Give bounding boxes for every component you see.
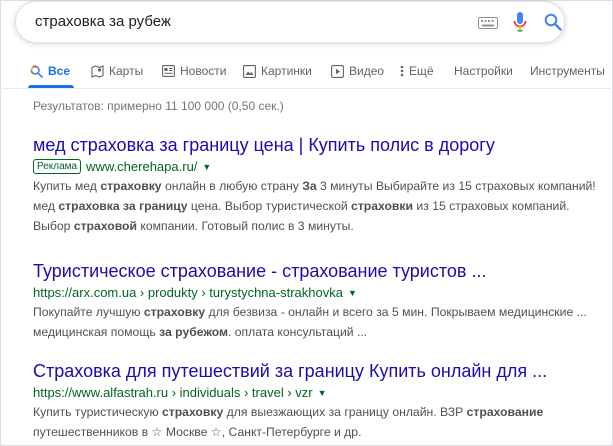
tab-label: Ещё — [409, 64, 434, 78]
search-icon[interactable] — [544, 13, 562, 36]
result-snippet: Купить туристическую страховку для выезж… — [33, 405, 544, 439]
result-title-link[interactable]: мед страховка за границу цена | Купить п… — [33, 134, 603, 156]
result-url: https://arx.com.ua › produkty › turystyc… — [33, 285, 603, 300]
video-icon — [331, 64, 344, 78]
tab-tools[interactable]: Инструменты — [530, 64, 605, 78]
snippet-highlight: страховку — [100, 179, 162, 193]
tab-label: Новости — [180, 64, 227, 78]
result-url-text[interactable]: https://arx.com.ua › produkty › turystyc… — [33, 285, 343, 300]
snippet-highlight: страховку — [161, 405, 224, 419]
result-title-link[interactable]: Страховка для путешествий за границу Куп… — [33, 360, 603, 382]
tab-label: Картинки — [261, 64, 312, 78]
tab-label: Настройки — [454, 64, 513, 78]
result-title-link[interactable]: Туристическое страхование - страхование … — [33, 260, 603, 282]
snippet-highlight: страховка за границу — [58, 199, 188, 213]
search-input[interactable]: страховка за рубеж — [35, 13, 171, 30]
tab-news[interactable]: Новости — [162, 64, 226, 78]
microphone-icon[interactable] — [513, 12, 527, 37]
snippet-highlight: страховой — [73, 219, 137, 233]
search-result: Туристическое страхование - страхование … — [33, 260, 603, 342]
tab-label: Все — [48, 64, 71, 78]
snippet-highlight: страхование — [466, 405, 544, 419]
result-snippet: Купить мед страховку онлайн в любую стра… — [33, 179, 596, 233]
tab-all[interactable]: Все — [30, 64, 70, 78]
tab-label: Карты — [109, 64, 144, 78]
image-icon — [243, 64, 256, 78]
result-url: Реклама www.cherehapa.ru/ ▼ — [33, 159, 603, 174]
tab-label: Видео — [349, 64, 385, 78]
search-bar[interactable]: страховка за рубеж — [15, 1, 565, 43]
search-result: мед страховка за границу цена | Купить п… — [33, 134, 603, 236]
tab-video[interactable]: Видео — [331, 64, 384, 78]
keyboard-icon[interactable] — [478, 16, 498, 34]
ad-badge: Реклама — [33, 159, 82, 174]
snippet-highlight: за рубежом — [159, 325, 228, 339]
tab-images[interactable]: Картинки — [243, 64, 312, 78]
map-icon — [91, 64, 104, 78]
chevron-down-icon[interactable]: ▼ — [318, 388, 327, 398]
result-url-text[interactable]: https://www.alfastrah.ru › individuals ›… — [33, 385, 313, 400]
result-snippet: Покупайте лучшую страховку для безвиза -… — [33, 305, 587, 339]
tab-more[interactable]: Ещё — [400, 64, 434, 78]
snippet-highlight: За — [302, 179, 317, 193]
snippet-highlight: страховки — [351, 199, 414, 213]
news-icon — [162, 65, 175, 77]
search-icon — [30, 64, 43, 78]
more-vert-icon — [400, 65, 404, 77]
result-url-text[interactable]: www.cherehapa.ru/ — [86, 159, 197, 174]
result-stats: Результатов: примерно 11 100 000 (0,50 с… — [33, 99, 284, 113]
chevron-down-icon[interactable]: ▼ — [202, 162, 211, 172]
divider — [0, 88, 613, 89]
search-result: Страховка для путешествий за границу Куп… — [33, 360, 603, 442]
search-tabs: Все Карты Новости Картинки Видео Ещё Нас… — [0, 54, 613, 88]
result-url: https://www.alfastrah.ru › individuals ›… — [33, 385, 603, 400]
snippet-highlight: страховку — [143, 305, 206, 319]
chevron-down-icon[interactable]: ▼ — [348, 288, 357, 298]
tab-maps[interactable]: Карты — [91, 64, 143, 78]
tab-settings[interactable]: Настройки — [454, 64, 513, 78]
tab-label: Инструменты — [530, 64, 605, 78]
